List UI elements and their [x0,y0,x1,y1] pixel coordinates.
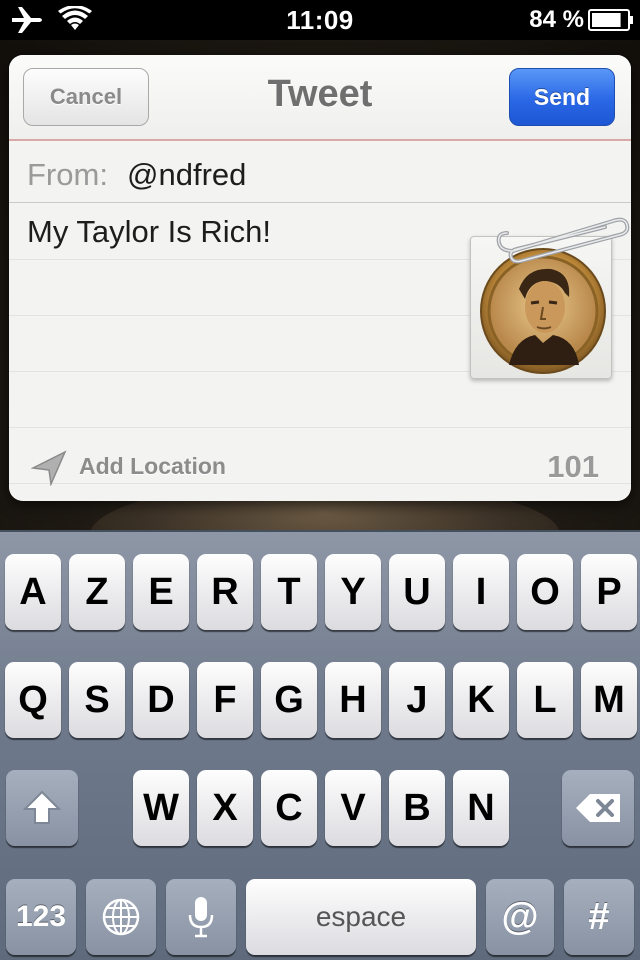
key-q[interactable]: Q [5,662,61,738]
cancel-button[interactable]: Cancel [23,68,149,126]
key-p[interactable]: P [581,554,637,630]
location-arrow-icon[interactable] [31,448,69,486]
key-d[interactable]: D [133,662,189,738]
key-l[interactable]: L [517,662,573,738]
hash-key[interactable]: # [564,879,634,955]
key-k[interactable]: K [453,662,509,738]
key-i[interactable]: I [453,554,509,630]
status-bar: 11:09 84 % [0,0,640,40]
key-o[interactable]: O [517,554,573,630]
from-account[interactable]: @ndfred [127,157,246,193]
keyboard: AZERTYUIOP QSDFGHJKLM WXCVBN 123 espace … [0,530,640,960]
key-w[interactable]: W [133,770,189,846]
backspace-icon [576,794,620,822]
key-b[interactable]: B [389,770,445,846]
battery-percentage: 84 % [529,6,584,33]
numbers-key[interactable]: 123 [6,879,76,955]
key-t[interactable]: T [261,554,317,630]
key-v[interactable]: V [325,770,381,846]
key-j[interactable]: J [389,662,445,738]
sheet-header: Cancel Tweet Send [9,55,631,141]
key-h[interactable]: H [325,662,381,738]
shift-icon [22,790,62,824]
key-s[interactable]: S [69,662,125,738]
shift-key[interactable] [6,770,78,846]
tweet-sheet: Cancel Tweet Send From: @ndfred My Taylo… [9,55,631,501]
key-y[interactable]: Y [325,554,381,630]
key-z[interactable]: Z [69,554,125,630]
key-r[interactable]: R [197,554,253,630]
key-g[interactable]: G [261,662,317,738]
globe-icon [102,898,140,936]
key-c[interactable]: C [261,770,317,846]
key-m[interactable]: M [581,662,637,738]
delete-key[interactable] [562,770,634,846]
dictation-key[interactable] [166,879,236,955]
microphone-icon [188,897,214,938]
key-n[interactable]: N [453,770,509,846]
key-x[interactable]: X [197,770,253,846]
from-label: From: [27,157,108,192]
paperclip-icon [496,217,630,264]
add-location-button[interactable]: Add Location [79,453,226,480]
sheet-title: Tweet [267,73,373,115]
at-key[interactable]: @ [486,879,554,955]
space-key[interactable]: espace [246,879,476,955]
key-u[interactable]: U [389,554,445,630]
from-row[interactable]: From: @ndfred [9,145,631,203]
globe-key[interactable] [86,879,156,955]
tweet-text[interactable]: My Taylor Is Rich! [27,214,271,250]
key-f[interactable]: F [197,662,253,738]
key-e[interactable]: E [133,554,189,630]
character-count: 101 [547,449,599,484]
battery-icon [588,9,633,31]
key-a[interactable]: A [5,554,61,630]
send-button[interactable]: Send [509,68,615,126]
